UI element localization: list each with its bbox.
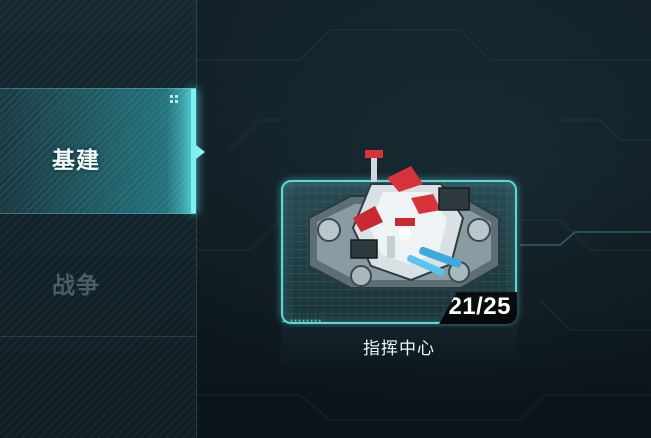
building-name-bar: 指挥中心 bbox=[281, 327, 517, 363]
sidebar-divider bbox=[0, 336, 196, 337]
game-screen: 基建 战争 21/25 ▲ ▪▪▪▪▪▪▪▪ 指挥中心 bbox=[0, 0, 651, 438]
building-card-command-center[interactable]: 21/25 bbox=[281, 150, 517, 324]
active-tab-arrow-icon bbox=[196, 145, 205, 159]
tab-infrastructure-label: 基建 bbox=[52, 147, 100, 174]
tab-war-label: 战争 bbox=[52, 272, 100, 299]
building-name-label: 指挥中心 bbox=[363, 339, 435, 359]
building-level-text: 21/25 bbox=[448, 293, 511, 320]
tab-infrastructure[interactable]: 基建 bbox=[0, 88, 205, 214]
category-sidebar: 基建 战争 bbox=[0, 0, 205, 438]
card-micro-decal: ▲ ▪▪▪▪▪▪▪▪ bbox=[282, 318, 323, 324]
tab-corner-dots bbox=[170, 95, 184, 103]
tab-war[interactable]: 战争 bbox=[0, 226, 196, 350]
